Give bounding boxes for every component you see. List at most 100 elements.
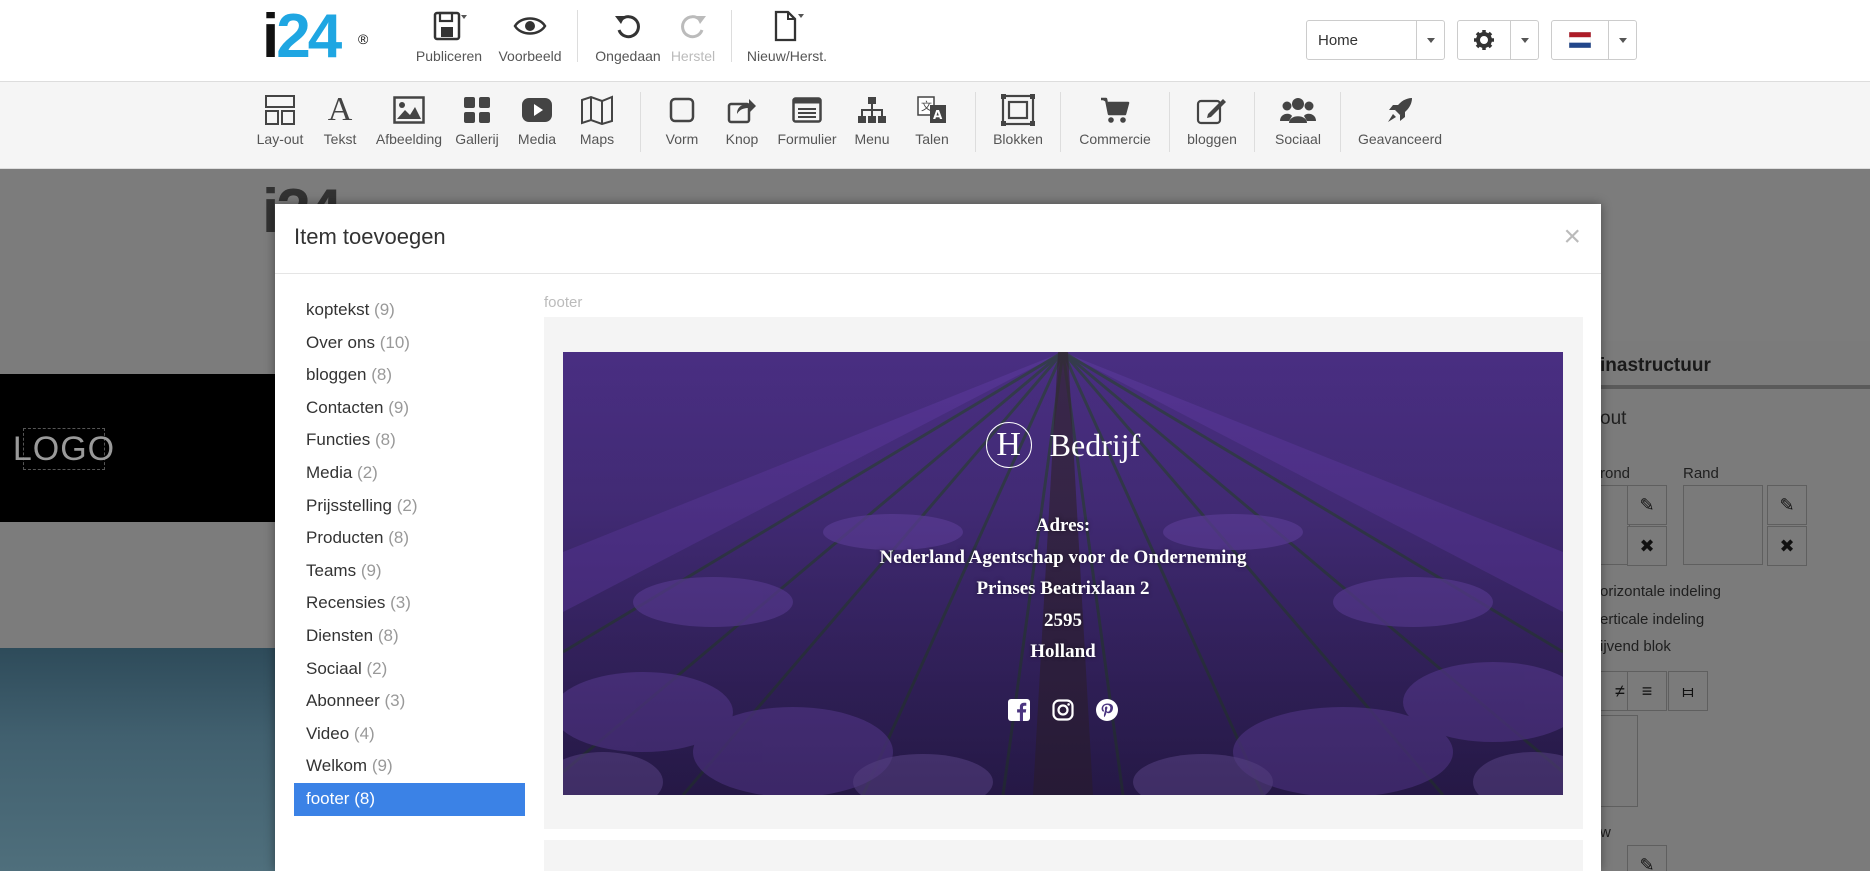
cart-icon <box>1078 92 1152 128</box>
redo-label: Herstel <box>670 48 716 64</box>
tool-shape[interactable]: Vorm <box>662 92 702 147</box>
gear-icon <box>1458 29 1510 51</box>
new-page-button[interactable]: Nieuw/Herst. <box>745 10 829 64</box>
close-icon[interactable]: × <box>1563 222 1581 252</box>
editor-panel-title: inastructuur <box>1600 355 1711 376</box>
category-item-active[interactable]: footer (8) <box>294 782 525 816</box>
tool-label: Geavanceerd <box>1358 131 1443 147</box>
pinterest-icon <box>1096 698 1119 721</box>
gallery-icon <box>454 92 500 128</box>
tool-commerce[interactable]: Commercie <box>1078 92 1152 147</box>
brand: H Bedrijf <box>563 422 1563 468</box>
tool-form[interactable]: Formulier <box>777 92 837 147</box>
clear-border-icon: ✖ <box>1767 526 1807 566</box>
preview-button[interactable]: Voorbeeld <box>495 10 565 64</box>
category-item[interactable]: Diensten (8) <box>294 620 525 653</box>
map-icon <box>578 92 616 128</box>
tool-menu[interactable]: Menu <box>854 92 890 147</box>
tool-label: Commercie <box>1079 131 1151 147</box>
tool-advanced[interactable]: Geavanceerd <box>1358 92 1442 147</box>
category-item[interactable]: Video (4) <box>294 718 525 751</box>
shape-icon <box>662 92 702 128</box>
edit-border-icon: ✎ <box>1767 485 1807 525</box>
category-item[interactable]: Over ons (10) <box>294 327 525 360</box>
tool-media[interactable]: Media <box>517 92 557 147</box>
insert-toolbar: Lay-out A Tekst Afbeelding Gallerij Medi… <box>0 82 1870 169</box>
modal-header: Item toevoegen × <box>275 204 1601 274</box>
tool-maps[interactable]: Maps <box>578 92 616 147</box>
tool-image[interactable]: Afbeelding <box>375 92 443 147</box>
editor-border-swatch <box>1683 485 1763 565</box>
editor-panel-tab: out <box>1600 408 1627 429</box>
toolbar-divider <box>1340 92 1341 152</box>
category-item[interactable]: Abonneer (3) <box>294 685 525 718</box>
undo-label: Ongedaan <box>595 48 661 64</box>
category-item[interactable]: Sociaal (2) <box>294 653 525 686</box>
social-icons <box>563 698 1563 721</box>
tool-label: Formulier <box>777 131 837 147</box>
tool-label: Knop <box>725 131 759 147</box>
tool-blocks[interactable]: Blokken <box>992 92 1044 147</box>
template-preview-card[interactable]: H Bedrijf Adres: Nederland Agentschap vo… <box>544 317 1583 829</box>
footer-template-content: H Bedrijf Adres: Nederland Agentschap vo… <box>563 352 1563 795</box>
editor-label-bottom: w <box>1600 824 1611 841</box>
topbar-divider <box>577 10 578 62</box>
tool-gallery[interactable]: Gallerij <box>454 92 500 147</box>
undo-button[interactable]: Ongedaan <box>592 10 664 64</box>
edit-icon <box>1186 92 1238 128</box>
blocks-icon <box>992 92 1044 128</box>
language-dropdown[interactable] <box>1551 20 1637 60</box>
footer-template-thumbnail[interactable]: H Bedrijf Adres: Nederland Agentschap vo… <box>563 352 1563 795</box>
edit-bottom-icon: ✎ <box>1627 845 1667 871</box>
category-item[interactable]: Media (2) <box>294 457 525 490</box>
address-line: 2595 <box>1044 609 1082 631</box>
tool-blog[interactable]: bloggen <box>1186 92 1238 147</box>
address-line: Nederland Agentschap voor de Onderneming <box>879 546 1247 568</box>
settings-dropdown[interactable] <box>1457 20 1539 60</box>
eye-icon <box>513 17 547 35</box>
address-line: Adres: <box>1035 515 1091 536</box>
new-file-icon <box>774 10 804 42</box>
tool-label: Gallerij <box>455 131 499 147</box>
category-item[interactable]: koptekst (9) <box>294 294 525 327</box>
publish-button[interactable]: Publiceren <box>414 10 484 64</box>
editor-option-horizontal: orizontale indeling <box>1600 583 1721 600</box>
i24-logo[interactable]: i24 ® <box>262 6 368 68</box>
image-icon <box>375 92 443 128</box>
page-select-value: Home <box>1318 31 1359 49</box>
toolbar-divider <box>640 92 641 152</box>
tool-label: bloggen <box>1187 131 1237 147</box>
toolbar-divider <box>1060 92 1061 152</box>
category-item[interactable]: Functies (8) <box>294 424 525 457</box>
category-item[interactable]: Producten (8) <box>294 522 525 555</box>
tool-languages[interactable]: 文A Talen <box>912 92 952 147</box>
page-select[interactable]: Home <box>1306 20 1445 60</box>
toolbar-divider <box>975 92 976 152</box>
svg-text:文: 文 <box>921 99 932 113</box>
youtube-icon <box>517 92 557 128</box>
tool-layout[interactable]: Lay-out <box>256 92 304 147</box>
category-item[interactable]: Teams (9) <box>294 555 525 588</box>
top-bar: i24 ® Publiceren Voorbeeld Ongedaan Herst… <box>0 0 1870 82</box>
template-preview-card-next[interactable] <box>544 840 1583 871</box>
category-item[interactable]: Prijsstelling (2) <box>294 490 525 523</box>
tool-social[interactable]: Sociaal <box>1270 92 1326 147</box>
category-item[interactable]: Welkom (9) <box>294 750 525 783</box>
layout-icon <box>256 92 304 128</box>
users-icon <box>1270 92 1326 128</box>
new-page-label: Nieuw/Herst. <box>746 48 828 64</box>
editor-preview-box <box>1600 715 1638 807</box>
section-label: footer <box>544 294 583 311</box>
preview-label: Voorbeeld <box>498 48 562 64</box>
redo-button[interactable]: Herstel <box>668 10 718 64</box>
tool-button[interactable]: Knop <box>724 92 760 147</box>
brand-name: Bedrijf <box>1049 426 1141 463</box>
chevron-down-icon <box>1416 21 1444 59</box>
form-icon <box>777 92 837 128</box>
tool-text[interactable]: A Tekst <box>322 91 358 147</box>
category-item[interactable]: bloggen (8) <box>294 359 525 392</box>
category-item[interactable]: Contacten (9) <box>294 392 525 425</box>
tool-label: Sociaal <box>1275 131 1321 147</box>
category-item[interactable]: Recensies (3) <box>294 587 525 620</box>
tool-label: Afbeelding <box>375 131 443 147</box>
